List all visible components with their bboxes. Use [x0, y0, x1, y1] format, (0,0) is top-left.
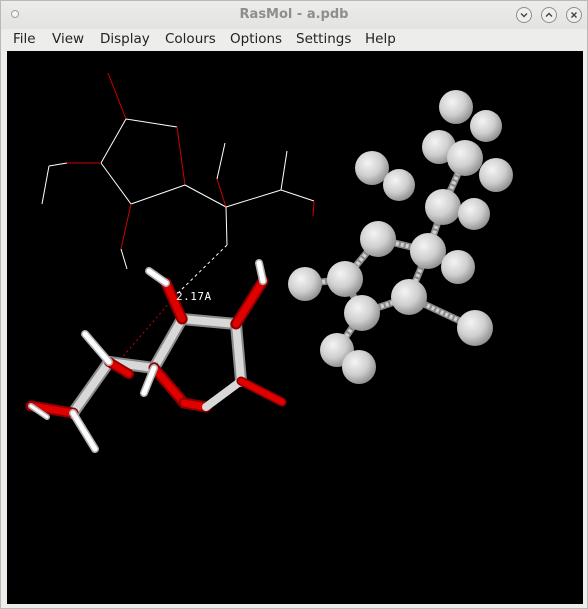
molecule-viewport[interactable]: 2.17A: [7, 51, 583, 604]
menu-options[interactable]: Options: [230, 31, 282, 47]
window-title: RasMol - a.pdb: [239, 7, 349, 22]
ball-and-stick-molecule: [288, 90, 513, 384]
molecule-render: [25, 72, 513, 453]
sticks-molecule: [25, 259, 287, 453]
menu-help[interactable]: Help: [365, 31, 396, 47]
chevron-up-icon: [545, 12, 553, 17]
minimize-button[interactable]: [516, 7, 532, 23]
distance-label: 2.17A: [176, 290, 212, 303]
title-bar[interactable]: RasMol - a.pdb: [1, 1, 587, 29]
menu-bar: File View Display Colours Options Settin…: [1, 29, 587, 50]
menu-display[interactable]: Display: [100, 31, 150, 47]
menu-file[interactable]: File: [13, 31, 36, 47]
maximize-button[interactable]: [541, 7, 557, 23]
menu-view[interactable]: View: [52, 31, 84, 47]
wireframe-molecule: [41, 72, 315, 270]
chevron-down-icon: [520, 13, 528, 18]
close-icon: [571, 12, 577, 18]
close-button[interactable]: [566, 7, 582, 23]
menu-settings[interactable]: Settings: [296, 31, 351, 47]
menu-colours[interactable]: Colours: [165, 31, 216, 47]
rasmol-window: RasMol - a.pdb File View Display Colours…: [0, 0, 588, 609]
